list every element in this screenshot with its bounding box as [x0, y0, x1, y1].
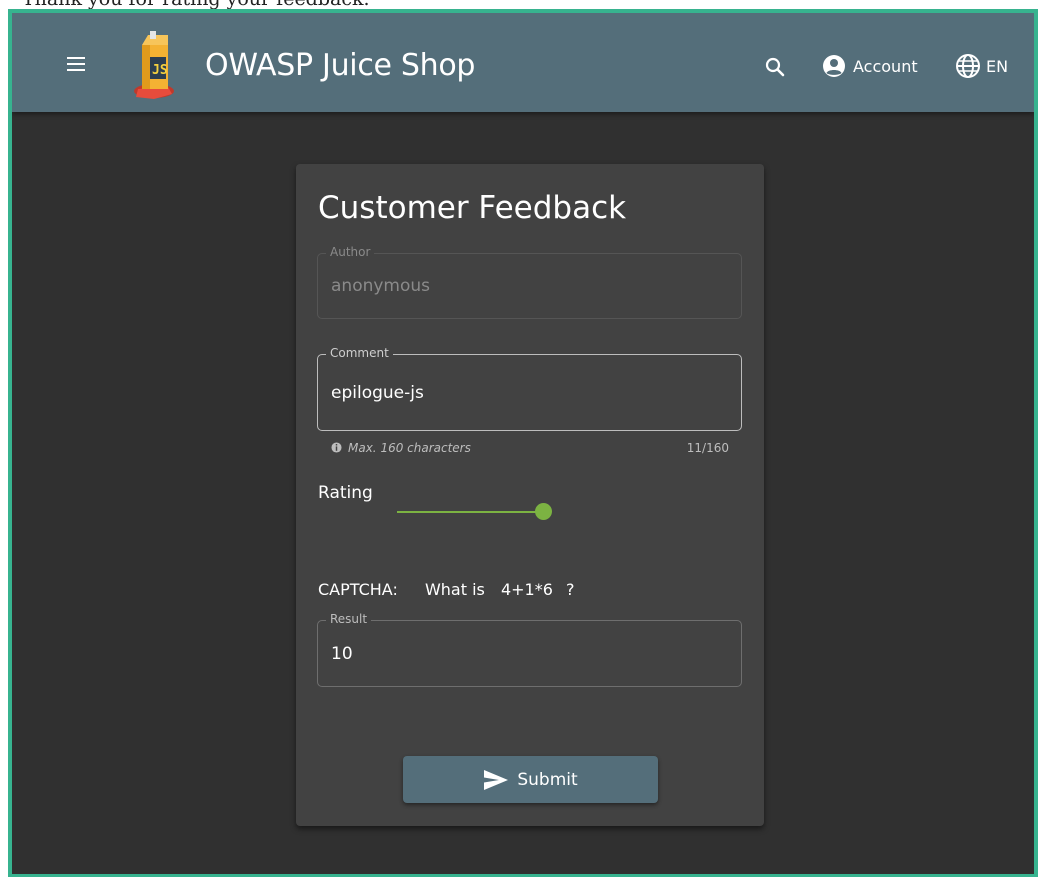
svg-text:JS: JS — [152, 63, 168, 78]
character-counter: 11/160 — [686, 441, 729, 455]
submit-button[interactable]: Submit — [403, 756, 658, 803]
browser-viewport: JS OWASP Juice Shop Account EN Customer … — [8, 9, 1038, 877]
author-field: Author — [317, 245, 742, 319]
language-label: EN — [986, 56, 1009, 76]
rating-slider[interactable] — [397, 502, 557, 522]
language-button[interactable]: EN — [955, 53, 1008, 79]
app-title[interactable]: OWASP Juice Shop — [205, 48, 475, 83]
search-icon[interactable] — [764, 56, 786, 78]
author-input — [331, 254, 726, 318]
captcha-label: CAPTCHA: — [318, 580, 398, 599]
globe-icon — [956, 54, 980, 78]
comment-hint-row: Max. 160 characters 11/160 — [331, 441, 729, 457]
result-input[interactable] — [331, 621, 726, 686]
rating-label: Rating — [318, 483, 373, 503]
rating-slider-track — [397, 511, 544, 513]
comment-input[interactable] — [331, 355, 726, 430]
menu-icon[interactable] — [67, 57, 87, 73]
comment-hint: Max. 160 characters — [348, 441, 471, 455]
feedback-card: Customer Feedback Author Comment Max. 16… — [296, 164, 764, 826]
comment-field[interactable]: Comment — [317, 346, 742, 431]
account-circle-icon — [823, 55, 845, 77]
captcha-row: CAPTCHA: What is 4+1*6 ? — [318, 580, 575, 599]
account-label: Account — [853, 56, 918, 76]
info-icon — [331, 442, 342, 453]
page-title: Customer Feedback — [318, 190, 627, 226]
result-field[interactable]: Result — [317, 612, 742, 687]
captcha-question-prefix: What is — [424, 580, 485, 599]
top-toolbar: JS OWASP Juice Shop Account EN — [12, 13, 1034, 112]
send-icon — [484, 769, 509, 790]
juice-box-logo[interactable]: JS — [132, 31, 178, 101]
captcha-question-suffix: ? — [566, 580, 575, 599]
submit-label: Submit — [517, 769, 578, 790]
rating-slider-thumb[interactable] — [535, 503, 552, 520]
captcha-expression: 4+1*6 — [500, 580, 553, 599]
account-button[interactable]: Account — [822, 53, 918, 79]
